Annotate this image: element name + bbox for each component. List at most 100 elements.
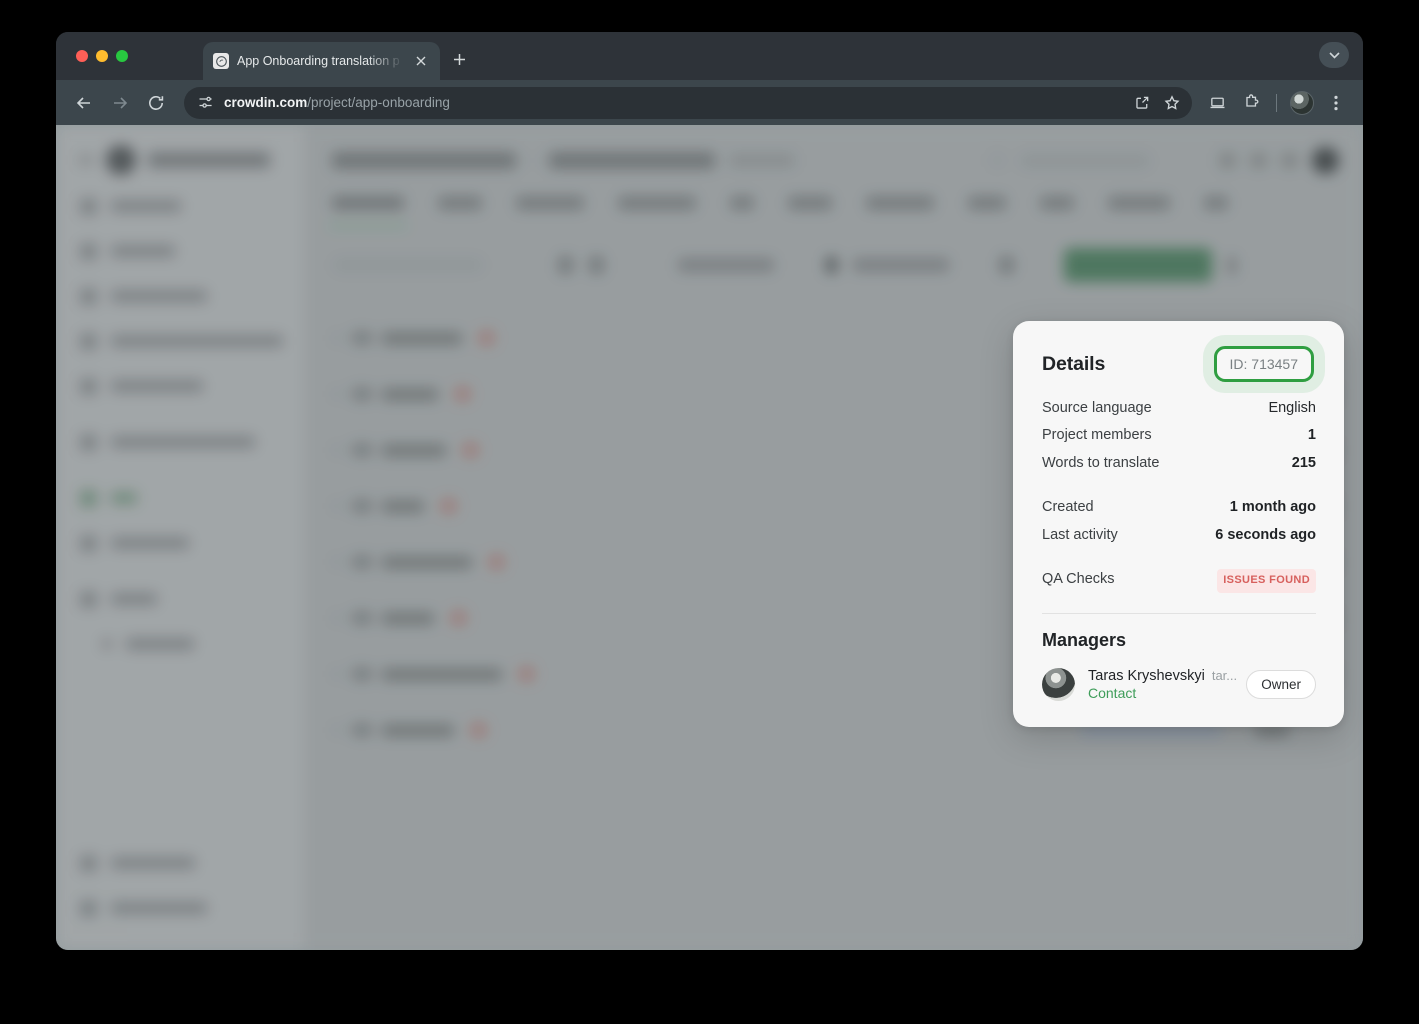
managers-title: Managers: [1042, 630, 1316, 651]
issue-count-badge[interactable]: [488, 554, 505, 570]
close-icon[interactable]: [412, 52, 430, 70]
chevron-right-icon[interactable]: [332, 557, 342, 567]
primary-action-button[interactable]: [1064, 248, 1212, 282]
minimize-window-button[interactable]: [96, 50, 108, 62]
manager-role-badge[interactable]: Owner: [1246, 670, 1316, 699]
device-screen-icon[interactable]: [1202, 88, 1232, 118]
list-view-icon[interactable]: [558, 256, 573, 274]
status-badge[interactable]: ISSUES FOUND: [1217, 569, 1316, 593]
more-options-icon[interactable]: [1228, 256, 1236, 275]
sidebar-item[interactable]: [56, 372, 304, 400]
sidebar-item[interactable]: [56, 484, 304, 512]
project-tab[interactable]: [788, 196, 832, 210]
star-icon[interactable]: [1158, 89, 1186, 117]
sidebar-item-icon: [80, 855, 97, 872]
issue-count-badge[interactable]: [518, 666, 535, 682]
detail-row-label: Words to translate: [1042, 452, 1159, 475]
browser-tab-strip: App Onboarding translation p: [56, 32, 1363, 80]
project-tab[interactable]: [730, 196, 754, 210]
project-tab[interactable]: [618, 196, 696, 210]
issue-count-badge[interactable]: [450, 610, 467, 626]
chevron-right-icon[interactable]: [332, 389, 342, 399]
sidebar-item[interactable]: [56, 585, 304, 613]
notifications-icon[interactable]: [1281, 152, 1298, 169]
sidebar-item-icon: [80, 591, 97, 608]
breadcrumb-org[interactable]: [332, 152, 516, 169]
help-icon[interactable]: [1219, 152, 1236, 169]
project-tab[interactable]: [516, 196, 584, 210]
language-flag-icon: [352, 387, 372, 401]
sidebar-item-label: [111, 290, 207, 302]
tune-icon[interactable]: [192, 90, 218, 116]
language-name: [382, 500, 424, 513]
sidebar-item-label: [126, 638, 194, 650]
sidebar-item[interactable]: [56, 237, 304, 265]
apps-icon[interactable]: [1250, 152, 1267, 169]
sidebar-item[interactable]: [56, 849, 304, 877]
profile-avatar-icon[interactable]: [1287, 88, 1317, 118]
project-tab[interactable]: [1204, 196, 1228, 210]
sidebar-item-icon: [80, 535, 97, 552]
sidebar-item-icon: [80, 490, 97, 507]
sidebar-item[interactable]: [56, 630, 304, 658]
language-flag-icon: [352, 331, 372, 345]
avatar[interactable]: [1312, 147, 1339, 174]
chevron-right-icon[interactable]: [332, 725, 342, 735]
search-input[interactable]: [332, 257, 484, 273]
project-tab[interactable]: [1040, 196, 1074, 210]
chevron-right-icon[interactable]: [332, 613, 342, 623]
close-window-button[interactable]: [76, 50, 88, 62]
detail-row-value: English: [1268, 397, 1316, 420]
sidebar-item[interactable]: [56, 529, 304, 557]
project-toolbar: [304, 210, 1363, 282]
puzzle-piece-icon[interactable]: [1236, 88, 1266, 118]
three-dot-menu-icon[interactable]: [1321, 88, 1351, 118]
browser-tab[interactable]: App Onboarding translation p: [203, 42, 440, 80]
chevron-right-icon[interactable]: [332, 333, 342, 343]
issue-count-badge[interactable]: [440, 498, 457, 514]
project-details-card: Details ID: 713457 Source languageEnglis…: [1013, 321, 1344, 727]
filter-dropdown[interactable]: [678, 258, 774, 272]
sidebar-item[interactable]: [56, 192, 304, 220]
sidebar-item[interactable]: [56, 894, 304, 922]
project-tab[interactable]: [438, 196, 482, 210]
contact-link[interactable]: Contact: [1088, 685, 1233, 701]
maximize-window-button[interactable]: [116, 50, 128, 62]
share-open-in-new-icon[interactable]: [1128, 89, 1156, 117]
chevron-right-icon[interactable]: [332, 445, 342, 455]
search-icon[interactable]: [990, 153, 1005, 168]
chevron-down-icon[interactable]: [1319, 42, 1349, 68]
project-id-badge[interactable]: ID: 713457: [1214, 346, 1315, 382]
detail-row-value: 1: [1308, 424, 1316, 447]
issue-count-badge[interactable]: [462, 442, 479, 458]
issue-count-badge[interactable]: [470, 722, 487, 738]
arrow-right-icon[interactable]: [104, 87, 136, 119]
global-search-input[interactable]: [1019, 153, 1151, 169]
project-tab[interactable]: [332, 196, 404, 210]
sidebar-item-icon: [80, 198, 97, 215]
sidebar-item[interactable]: [56, 282, 304, 310]
language-flag-icon: [352, 667, 372, 681]
reload-icon[interactable]: [140, 87, 172, 119]
project-tab[interactable]: [968, 196, 1006, 210]
hamburger-icon[interactable]: [78, 154, 94, 166]
language-dropdown[interactable]: [853, 258, 949, 272]
address-bar[interactable]: crowdin.com/project/app-onboarding: [184, 87, 1192, 119]
chevron-right-icon[interactable]: [332, 669, 342, 679]
sidebar-item[interactable]: [56, 327, 304, 355]
arrow-left-icon[interactable]: [68, 87, 100, 119]
grid-view-icon[interactable]: [589, 256, 604, 274]
divider: [1042, 613, 1316, 614]
settings-icon[interactable]: [999, 256, 1014, 274]
project-tab[interactable]: [1108, 196, 1170, 210]
breadcrumb-project[interactable]: [549, 152, 715, 169]
issue-count-badge[interactable]: [478, 330, 495, 346]
project-tab[interactable]: [866, 196, 934, 210]
language-flag-icon: [352, 723, 372, 737]
issue-count-badge[interactable]: [454, 386, 471, 402]
plus-icon[interactable]: [446, 46, 472, 72]
sidebar-item-icon: [80, 333, 97, 350]
sidebar-item[interactable]: [56, 428, 304, 456]
sidebar-item-icon: [102, 639, 112, 649]
chevron-right-icon[interactable]: [332, 501, 342, 511]
